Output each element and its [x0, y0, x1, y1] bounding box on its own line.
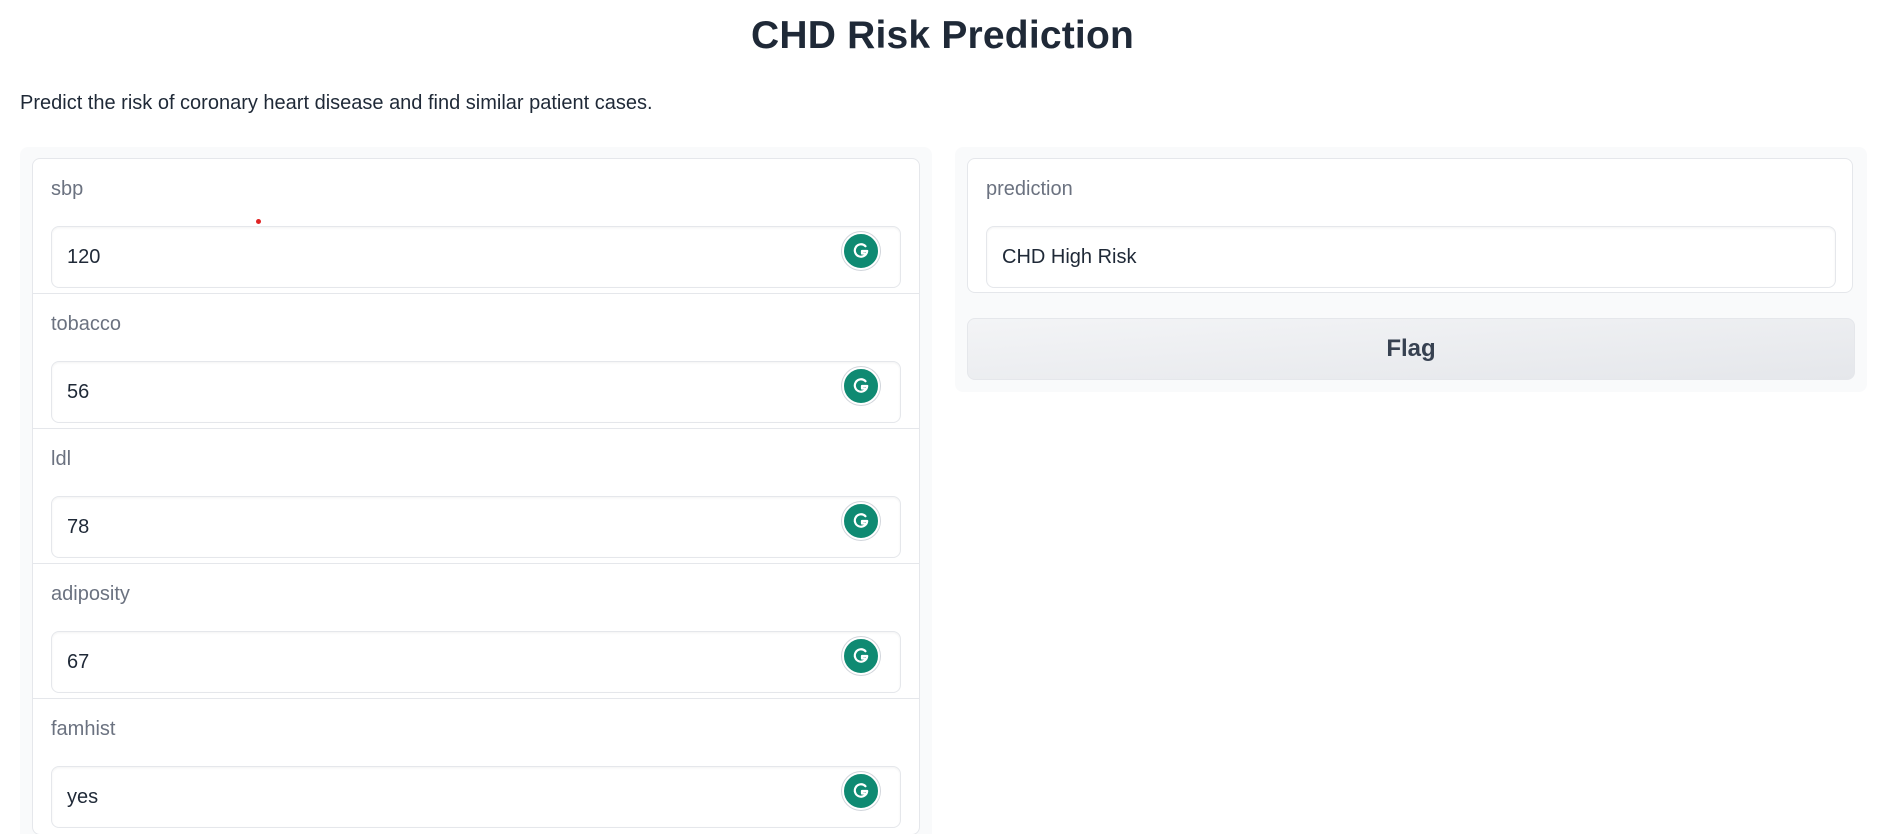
- tobacco-input[interactable]: 56: [51, 361, 901, 423]
- prediction-value: CHD High Risk: [1002, 246, 1137, 268]
- adiposity-value: 67: [67, 651, 90, 673]
- ldl-field: ldl 78: [33, 429, 919, 564]
- tobacco-field: tobacco 56: [33, 294, 919, 429]
- sbp-field: sbp 120: [33, 159, 919, 294]
- famhist-input[interactable]: yes: [51, 766, 901, 828]
- prediction-label: prediction: [986, 178, 1073, 200]
- output-panel: prediction CHD High Risk Flag: [955, 147, 1867, 392]
- adiposity-input[interactable]: 67: [51, 631, 901, 693]
- page-description: Predict the risk of coronary heart disea…: [20, 92, 653, 114]
- prediction-output[interactable]: CHD High Risk: [986, 226, 1836, 288]
- adiposity-label: adiposity: [51, 583, 130, 605]
- page-title: CHD Risk Prediction: [750, 14, 1135, 57]
- tobacco-label: tobacco: [51, 313, 122, 335]
- famhist-field: famhist yes: [33, 699, 919, 834]
- grammarly-icon[interactable]: [842, 772, 880, 810]
- sbp-value: 120: [67, 246, 101, 268]
- famhist-label: famhist: [51, 718, 116, 740]
- ldl-value: 78: [67, 516, 90, 538]
- grammarly-icon[interactable]: [842, 637, 880, 675]
- grammarly-icon[interactable]: [842, 367, 880, 405]
- inputs-panel: sbp 120 tobacco 56 ldl 78 adiposity 67 f…: [20, 147, 932, 834]
- inputs-group: sbp 120 tobacco 56 ldl 78 adiposity 67 f…: [32, 158, 920, 834]
- app-page: CHD Risk Prediction Predict the risk of …: [0, 0, 1885, 834]
- sbp-label: sbp: [51, 178, 84, 200]
- tobacco-value: 56: [67, 381, 90, 403]
- prediction-field: prediction CHD High Risk: [967, 158, 1853, 293]
- adiposity-field: adiposity 67: [33, 564, 919, 699]
- grammarly-icon[interactable]: [842, 502, 880, 540]
- famhist-value: yes: [67, 786, 99, 808]
- grammarly-icon[interactable]: [842, 232, 880, 270]
- cursor-dot: [256, 219, 261, 224]
- ldl-input[interactable]: 78: [51, 496, 901, 558]
- flag-button[interactable]: Flag: [967, 318, 1855, 380]
- ldl-label: ldl: [51, 448, 72, 470]
- sbp-input[interactable]: 120: [51, 226, 901, 288]
